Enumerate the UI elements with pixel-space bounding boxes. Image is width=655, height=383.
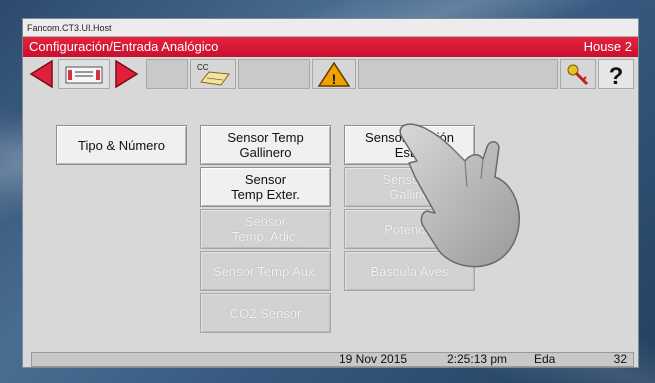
key-icon (567, 64, 589, 86)
help-button[interactable]: ? (598, 59, 634, 90)
co2-sensor-button[interactable]: CO2 Sensor (200, 293, 331, 333)
toolbar-slot-empty (238, 59, 310, 89)
sensor-temp-adic-button[interactable]: Sensor Temp. Adic. (200, 209, 331, 249)
pointing-hand-icon (399, 123, 520, 268)
key-button[interactable] (560, 59, 596, 89)
help-icon: ? (609, 63, 624, 90)
app-window: Fancom.CT3.UI.Host Configuración/Entrada… (22, 18, 639, 368)
page-title: Configuración/Entrada Analógico (29, 39, 219, 54)
sensor-temp-exter-label-line1: Sensor (244, 172, 287, 187)
arrow-right-icon (115, 59, 139, 89)
page-header: Configuración/Entrada Analógico House 2 (23, 37, 638, 57)
tipo-numero-label: Tipo & Número (78, 137, 165, 153)
sensor-temp-gallinero-label-line2: Gallinero (239, 145, 292, 160)
sensor-temp-aux-button[interactable]: Sensor Temp Aux. (200, 251, 331, 291)
svg-text:CC: CC (197, 63, 209, 72)
svg-text:?: ? (609, 63, 624, 88)
house-label: House 2 (583, 39, 632, 54)
toolbar-slot-empty (358, 59, 558, 89)
tipo-numero-button[interactable]: Tipo & Número (56, 125, 187, 165)
forward-button[interactable] (112, 59, 142, 89)
sensor-temp-adic-label-line1: Sensor (244, 214, 287, 229)
sensor-temp-gallinero-label-line1: Sensor Temp (227, 130, 304, 145)
cc-button[interactable]: CC (190, 59, 236, 89)
status-bar: 19 Nov 2015 2:25:13 pm Eda 32 (31, 352, 634, 367)
status-time: 2:25:13 pm (447, 352, 508, 366)
warning-icon: ! (317, 61, 351, 87)
status-user: Eda (534, 352, 556, 366)
co2-sensor-label: CO2 Sensor (229, 305, 302, 321)
sensor-temp-exter-label-line2: Temp Exter. (231, 187, 300, 202)
toolbar-slot-empty (146, 59, 188, 89)
card-icon (65, 66, 103, 84)
alarm-button[interactable]: ! (312, 59, 356, 89)
cc-keyboard-icon: CC (197, 63, 230, 86)
sensor-temp-aux-label: Sensor Temp Aux. (212, 263, 319, 279)
arrow-left-icon (29, 59, 53, 89)
status-date: 19 Nov 2015 (339, 352, 408, 366)
sensor-temp-exter-button[interactable]: Sensor Temp Exter. (200, 167, 331, 207)
status-number: 32 (613, 352, 627, 366)
sensor-temp-gallinero-button[interactable]: Sensor Temp Gallinero (200, 125, 331, 165)
back-button[interactable] (26, 59, 56, 89)
toolbar: CC ! ? (26, 59, 635, 90)
sensor-temp-adic-label-line2: Temp. Adic. (231, 229, 300, 244)
card-button[interactable] (58, 59, 110, 89)
window-title: Fancom.CT3.UI.Host (23, 19, 638, 37)
svg-text:!: ! (332, 71, 337, 87)
